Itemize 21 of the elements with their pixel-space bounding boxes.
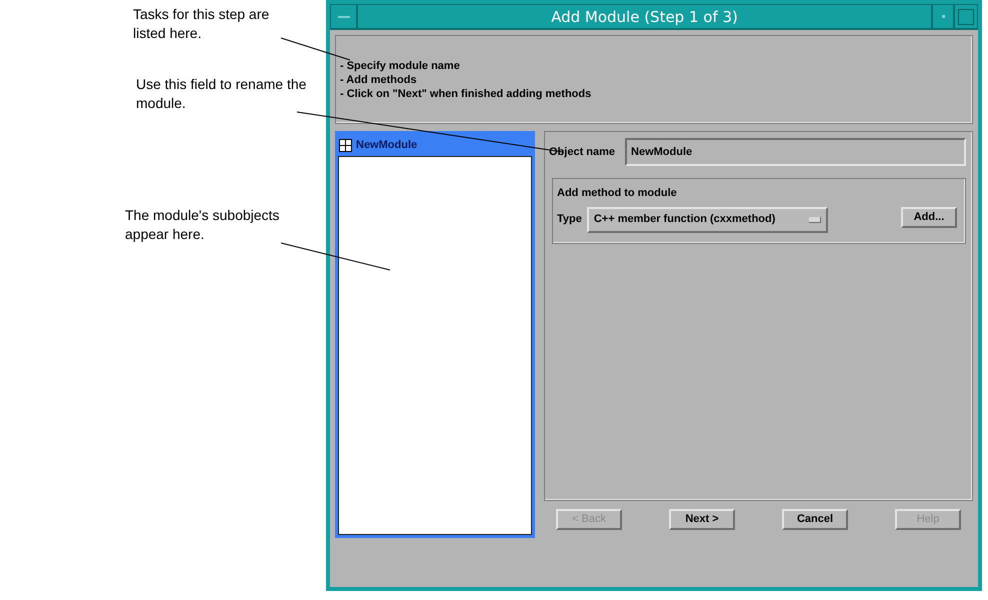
annotation-text: Use this field to rename the module. bbox=[136, 75, 308, 113]
annotation-text: The module's subobjects appear here. bbox=[125, 206, 280, 244]
task-text: - Specify module name bbox=[340, 59, 461, 73]
grid-icon bbox=[339, 138, 352, 152]
window-title: Add Module (Step 1 of 3) bbox=[357, 4, 932, 29]
minimize-button[interactable] bbox=[932, 4, 954, 29]
add-button[interactable]: Add... bbox=[901, 207, 957, 228]
option-menu-icon bbox=[808, 216, 821, 222]
dialog-button[interactable]: Cancel bbox=[782, 509, 848, 530]
task-text: - Click on "Next" when finished adding methods bbox=[340, 87, 592, 101]
window-menu-button[interactable] bbox=[330, 4, 357, 29]
task-text: - Add methods bbox=[340, 73, 418, 87]
type-dropdown[interactable]: C++ member function (cxxmethod) bbox=[586, 206, 828, 232]
field-label: Object name bbox=[549, 144, 616, 160]
object-name-field[interactable]: NewModule bbox=[625, 138, 966, 166]
field-label: Type bbox=[557, 212, 582, 228]
leader-line bbox=[280, 38, 350, 60]
maximize-button[interactable] bbox=[954, 4, 978, 29]
group-title: Add method to module bbox=[557, 186, 678, 201]
annotation-text: Tasks for this step are listed here. bbox=[133, 5, 270, 43]
dialog-button[interactable]: Next > bbox=[669, 509, 735, 530]
